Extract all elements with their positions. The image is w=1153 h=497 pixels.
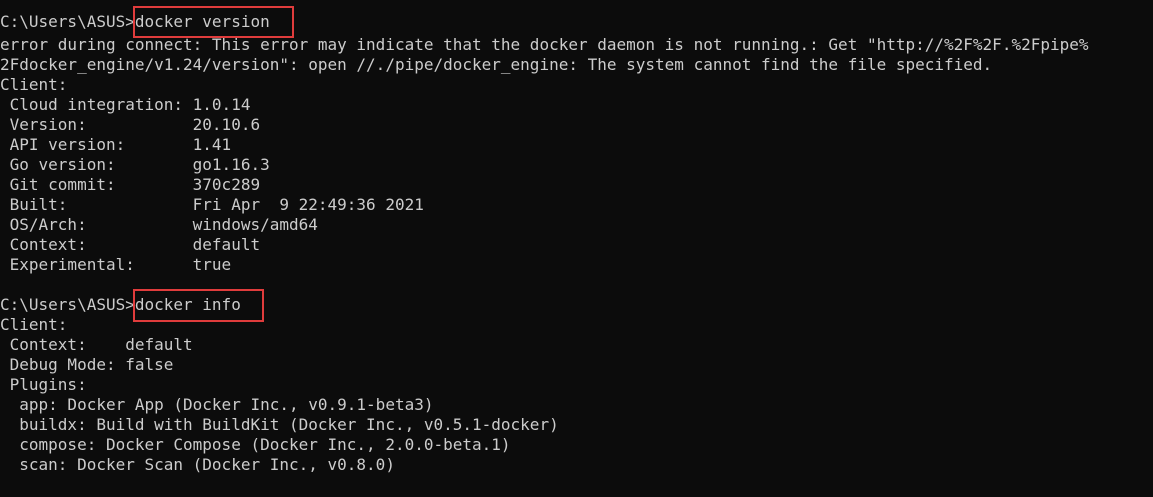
terminal-window[interactable]: C:\Users\ASUS>docker version error durin…: [0, 0, 1153, 497]
output-line: Context: default: [0, 335, 193, 354]
output-line: Context: default: [0, 235, 261, 254]
output-line: error during connect: This error may ind…: [0, 35, 1089, 54]
output-line: Git commit: 370c289: [0, 175, 261, 194]
prompt-line-docker-info: C:\Users\ASUS>docker info: [0, 295, 241, 315]
output-line: Experimental: true: [0, 255, 232, 274]
output-line: Built: Fri Apr 9 22:49:36 2021: [0, 195, 424, 214]
output-line: OS/Arch: windows/amd64: [0, 215, 318, 234]
output-line: buildx: Build with BuildKit (Docker Inc.…: [0, 415, 559, 434]
output-line: Client:: [0, 315, 68, 334]
output-line: Version: 20.10.6: [0, 115, 261, 134]
output-line: app: Docker App (Docker Inc., v0.9.1-bet…: [0, 395, 434, 414]
output-line: 2Fdocker_engine/v1.24/version": open //.…: [0, 55, 993, 74]
output-line: Client:: [0, 75, 68, 94]
output-line: Debug Mode: false: [0, 355, 174, 374]
command-text: docker info: [134, 295, 241, 314]
command-text: docker version: [134, 12, 270, 31]
prompt: C:\Users\ASUS>: [0, 12, 135, 31]
output-line: Plugins:: [0, 375, 87, 394]
output-line: compose: Docker Compose (Docker Inc., 2.…: [0, 435, 511, 454]
output-line: Cloud integration: 1.0.14: [0, 95, 251, 114]
prompt: C:\Users\ASUS>: [0, 295, 135, 314]
prompt-line-docker-version: C:\Users\ASUS>docker version: [0, 12, 270, 32]
output-line: scan: Docker Scan (Docker Inc., v0.8.0): [0, 455, 395, 474]
output-line: Go version: go1.16.3: [0, 155, 270, 174]
output-line: API version: 1.41: [0, 135, 232, 154]
